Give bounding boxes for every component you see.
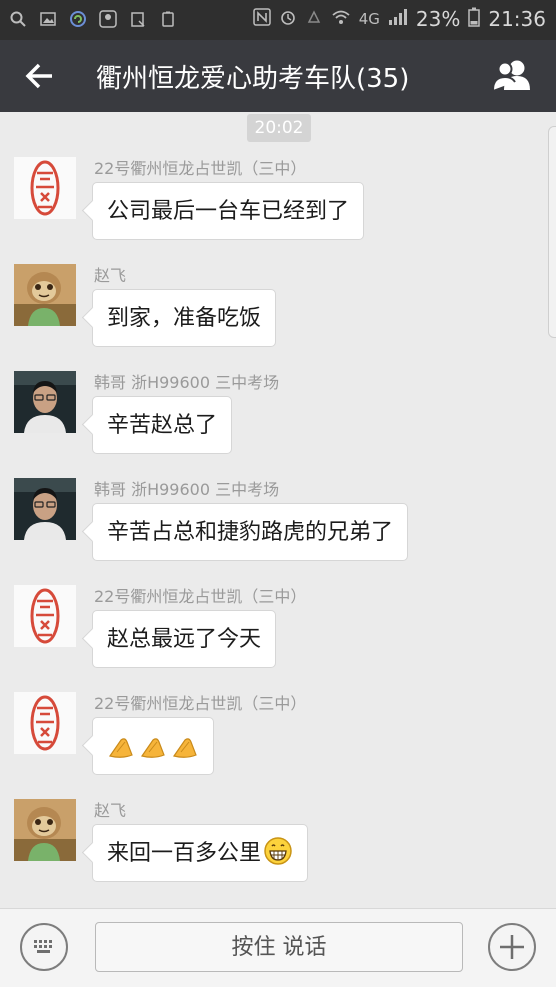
input-bar: 按住 说话 [0, 908, 556, 987]
keyboard-toggle-button[interactable] [20, 923, 68, 971]
gallery-icon [38, 9, 58, 29]
clipboard-icon [128, 9, 148, 29]
praying-hands-emoji [109, 738, 133, 758]
search-icon [8, 9, 28, 29]
recycle-icon [158, 9, 178, 29]
message-bubble[interactable]: 辛苦赵总了 [92, 396, 233, 454]
chat-title: 衢州恒龙爱心助考车队(35) [96, 64, 410, 94]
data-saver-icon [305, 8, 323, 30]
message-item: 赵飞 到家，准备吃饭 [14, 264, 534, 364]
system-status: 4G 23% 21:36 [252, 7, 546, 31]
message-item: 22号衢州恒龙占世凯（三中） [14, 692, 534, 792]
praying-hands-emoji [141, 738, 165, 758]
message-text: 赵总最远了今天 [107, 627, 262, 652]
signal-icon [388, 8, 408, 30]
clock: 21:36 [488, 7, 546, 31]
message-bubble[interactable] [92, 717, 214, 775]
hold-to-talk-button[interactable]: 按住 说话 [95, 922, 463, 972]
chat-area[interactable]: 20:02 22号衢州恒龙占世凯（三中） 公司最后一台车已经到了 赵飞 到家，准… [0, 112, 556, 908]
sender-name: 22号衢州恒龙占世凯（三中） [94, 694, 307, 713]
alarm-icon [279, 8, 297, 30]
grinning-face-emoji [264, 837, 292, 865]
network-type: 4G [358, 10, 380, 28]
wifi-icon [331, 8, 351, 30]
message-text: 公司最后一台车已经到了 [107, 199, 350, 224]
message-bubble[interactable]: 来回一百多公里 [92, 824, 309, 882]
message-item: 赵飞 来回一百多公里 [14, 799, 534, 899]
message-bubble[interactable]: 赵总最远了今天 [92, 610, 277, 668]
group-members-button[interactable] [490, 58, 534, 94]
notification-icons [8, 9, 178, 29]
sender-name: 22号衢州恒龙占世凯（三中） [94, 159, 307, 178]
message-text: 来回一百多公里 [107, 841, 262, 866]
message-bubble[interactable]: 到家，准备吃饭 [92, 289, 277, 347]
more-options-button[interactable] [488, 923, 536, 971]
sender-name: 韩哥 浙H99600 三中考场 [94, 373, 280, 392]
sloth-avatar[interactable] [14, 264, 76, 326]
timestamp: 20:02 [247, 114, 311, 142]
message-bubble[interactable]: 公司最后一台车已经到了 [92, 182, 365, 240]
seal-avatar[interactable] [14, 585, 76, 647]
chat-header: 衢州恒龙爱心助考车队(35) [0, 40, 556, 112]
seal-avatar[interactable] [14, 157, 76, 219]
seal-avatar[interactable] [14, 692, 76, 754]
sender-name: 赵飞 [94, 801, 127, 820]
app-icon [68, 9, 88, 29]
man-avatar[interactable] [14, 371, 76, 433]
sender-name: 赵飞 [94, 266, 127, 285]
nfc-icon [252, 8, 271, 30]
battery-percent: 23% [415, 7, 461, 31]
message-text: 辛苦占总和捷豹路虎的兄弟了 [107, 520, 394, 545]
message-item: 韩哥 浙H99600 三中考场 辛苦占总和捷豹路虎的兄弟了 [14, 478, 534, 578]
sender-name: 22号衢州恒龙占世凯（三中） [94, 587, 307, 606]
message-item: 韩哥 浙H99600 三中考场 辛苦赵总了 [14, 371, 534, 471]
arrow-left-icon [25, 63, 52, 89]
sender-name: 韩哥 浙H99600 三中考场 [94, 480, 280, 499]
message-item: 22号衢州恒龙占世凯（三中） 赵总最远了今天 [14, 585, 534, 685]
back-button[interactable] [22, 58, 58, 94]
sloth-avatar[interactable] [14, 799, 76, 861]
battery-icon [468, 7, 481, 31]
group-members-icon [492, 60, 530, 91]
message-item: 22号衢州恒龙占世凯（三中） 公司最后一台车已经到了 [14, 157, 534, 257]
message-text: 辛苦赵总了 [107, 413, 218, 438]
message-text: 到家，准备吃饭 [107, 306, 262, 331]
message-bubble[interactable]: 辛苦占总和捷豹路虎的兄弟了 [92, 503, 409, 561]
gallery-app-icon [98, 9, 118, 29]
plus-icon [500, 935, 524, 959]
keyboard-icon [34, 940, 52, 953]
man-avatar[interactable] [14, 478, 76, 540]
praying-hands-emoji [173, 738, 197, 758]
status-bar: 4G 23% 21:36 [0, 0, 556, 40]
scroll-indicator [548, 126, 556, 338]
